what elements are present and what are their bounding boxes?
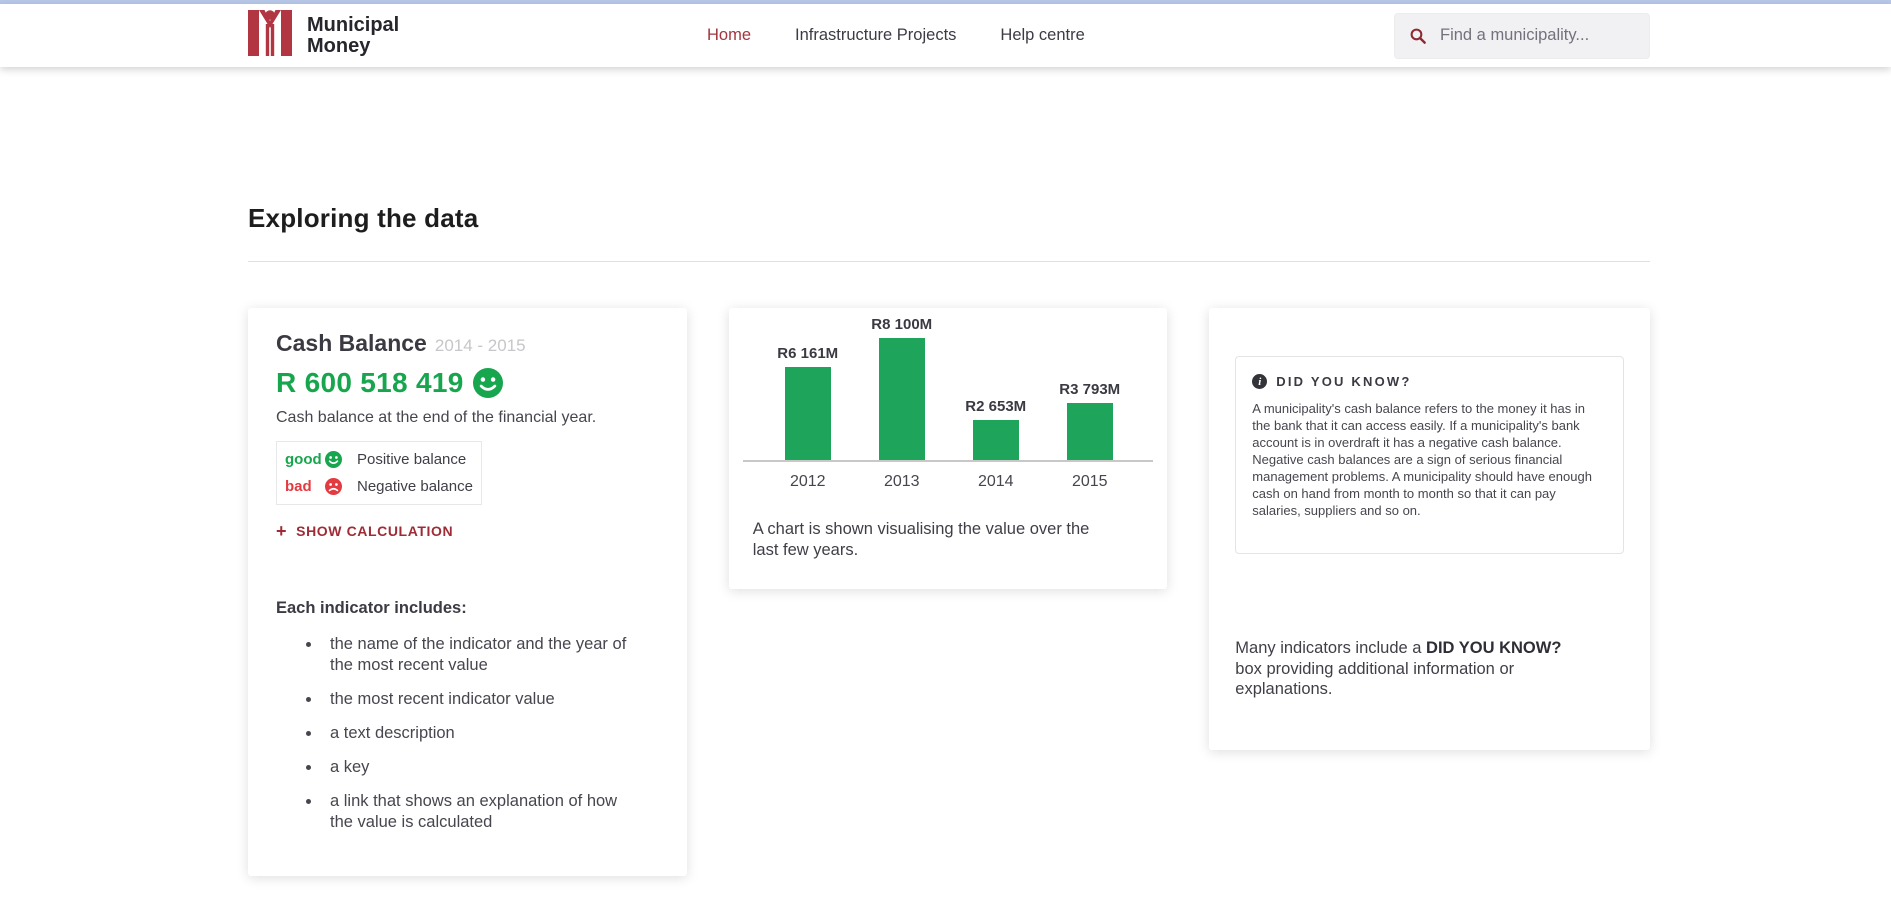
bar bbox=[879, 338, 925, 460]
info-circle-icon: i bbox=[1252, 374, 1267, 389]
nav-item-infrastructure-projects[interactable]: Infrastructure Projects bbox=[795, 26, 956, 45]
bar-value-label: R2 653M bbox=[965, 398, 1026, 415]
site-header: Municipal Money Home Infrastructure Proj… bbox=[0, 4, 1891, 67]
sad-face-icon bbox=[325, 478, 342, 495]
indicator-description: Cash balance at the end of the financial… bbox=[276, 409, 659, 427]
search-icon bbox=[1409, 27, 1427, 45]
search-input[interactable] bbox=[1438, 25, 1635, 46]
indicator-period: 2014 - 2015 bbox=[435, 336, 526, 356]
did-you-know-title: DID YOU KNOW? bbox=[1276, 374, 1411, 389]
indicator-value: R 600 518 419 bbox=[276, 367, 464, 399]
indicator-title: Cash Balance bbox=[276, 330, 427, 357]
key-row-bad: bad Negative balance bbox=[285, 473, 473, 500]
show-calculation-button[interactable]: + SHOW CALCULATION bbox=[276, 523, 659, 539]
chart-caption: A chart is shown visualising the value o… bbox=[753, 519, 1108, 561]
bar-column: R2 653M bbox=[949, 398, 1043, 460]
bar-chart: R6 161M R8 100M R2 653M R3 793M bbox=[743, 316, 1154, 462]
chart-x-axis-labels: 2012201320142015 bbox=[743, 462, 1154, 491]
did-you-know-text: A municipality's cash balance refers to … bbox=[1252, 400, 1594, 519]
list-item: the name of the indicator and the year o… bbox=[322, 634, 632, 676]
bar-column: R6 161M bbox=[761, 345, 855, 460]
bar-value-label: R6 161M bbox=[777, 345, 838, 362]
key-good-label: good bbox=[285, 451, 325, 468]
bar-category-label: 2015 bbox=[1043, 462, 1137, 491]
smiley-face-icon bbox=[325, 451, 342, 468]
chart-card: R6 161MR8 100MR2 653MR3 793M 20122013201… bbox=[729, 308, 1168, 589]
list-item: a link that shows an explanation of how … bbox=[322, 791, 632, 833]
includes-list: the name of the indicator and the year o… bbox=[276, 634, 659, 833]
bar bbox=[1067, 403, 1113, 460]
includes-heading: Each indicator includes: bbox=[276, 599, 659, 618]
nav-item-help-centre[interactable]: Help centre bbox=[1000, 26, 1084, 45]
bar bbox=[973, 420, 1019, 460]
bar-column: R8 100M bbox=[855, 316, 949, 460]
bar-category-label: 2014 bbox=[949, 462, 1043, 491]
list-item: a text description bbox=[322, 723, 632, 744]
indicator-card: Cash Balance 2014 - 2015 R 600 518 419 bbox=[248, 308, 687, 876]
main-nav: Home Infrastructure Projects Help centre bbox=[707, 4, 1085, 67]
key-bad-label: bad bbox=[285, 478, 325, 495]
bar bbox=[785, 367, 831, 460]
title-divider bbox=[248, 261, 1650, 262]
cards-row: Cash Balance 2014 - 2015 R 600 518 419 bbox=[248, 308, 1650, 876]
key-row-good: good Positive balance bbox=[285, 446, 473, 473]
did-you-know-box: i DID YOU KNOW? A municipality's cash ba… bbox=[1235, 356, 1624, 554]
main-content: Exploring the data Cash Balance 2014 - 2… bbox=[0, 67, 1891, 876]
key-bad-meaning: Negative balance bbox=[357, 478, 473, 495]
smiley-face-icon bbox=[473, 368, 503, 398]
bar-column: R3 793M bbox=[1043, 381, 1137, 460]
bar-category-label: 2013 bbox=[855, 462, 949, 491]
brand-name: Municipal Money bbox=[307, 15, 399, 57]
municipal-money-logo-icon bbox=[248, 10, 292, 61]
indicator-key: good Positive balance bad bbox=[276, 441, 482, 505]
did-you-know-card: i DID YOU KNOW? A municipality's cash ba… bbox=[1209, 308, 1650, 750]
key-good-meaning: Positive balance bbox=[357, 451, 466, 468]
bar-value-label: R3 793M bbox=[1059, 381, 1120, 398]
nav-item-home[interactable]: Home bbox=[707, 26, 751, 45]
brand-logo-link[interactable]: Municipal Money bbox=[248, 10, 399, 61]
bar-category-label: 2012 bbox=[761, 462, 855, 491]
did-you-know-caption: Many indicators include a DID YOU KNOW? … bbox=[1235, 638, 1580, 700]
list-item: a key bbox=[322, 757, 632, 778]
page-title: Exploring the data bbox=[248, 67, 1650, 234]
municipality-search-box[interactable] bbox=[1394, 13, 1650, 59]
show-calculation-label: SHOW CALCULATION bbox=[296, 523, 453, 539]
plus-icon: + bbox=[276, 524, 287, 538]
list-item: the most recent indicator value bbox=[322, 689, 632, 710]
bar-value-label: R8 100M bbox=[871, 316, 932, 333]
